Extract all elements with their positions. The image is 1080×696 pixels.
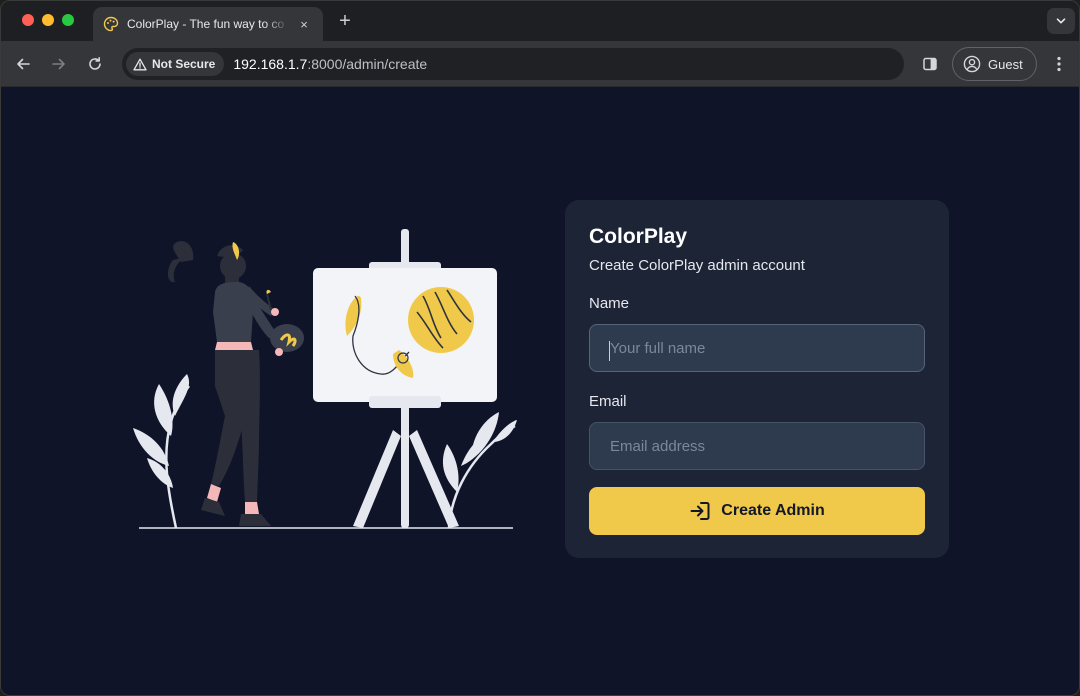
form-subtitle: Create ColorPlay admin account	[589, 257, 805, 274]
security-label: Not Secure	[152, 57, 216, 71]
create-admin-label: Create Admin	[721, 502, 825, 519]
warning-triangle-icon	[133, 58, 147, 70]
login-arrow-icon	[690, 502, 710, 520]
url-path: :8000/admin/create	[307, 56, 428, 72]
back-button[interactable]	[12, 53, 34, 75]
new-tab-button[interactable]: +	[335, 10, 355, 32]
url-text: 192.168.1.7:8000/admin/create	[233, 56, 427, 72]
close-window-button[interactable]	[22, 14, 34, 26]
maximize-window-button[interactable]	[62, 14, 74, 26]
reload-icon	[89, 57, 101, 70]
browser-window: ColorPlay - The fun way to co × + Not Se…	[0, 0, 1080, 696]
chevron-down-icon	[1056, 18, 1066, 24]
minimize-window-button[interactable]	[42, 14, 54, 26]
url-host: 192.168.1.7	[233, 56, 308, 72]
tab-close-icon[interactable]: ×	[295, 17, 313, 32]
profile-button[interactable]: Guest	[952, 47, 1037, 81]
arrow-left-icon	[17, 58, 30, 70]
reload-button[interactable]	[84, 53, 106, 75]
name-label: Name	[589, 295, 630, 312]
arrow-right-icon	[52, 58, 65, 70]
tab-title: ColorPlay - The fun way to co	[127, 17, 285, 31]
name-input[interactable]	[589, 324, 925, 372]
page-content: ColorPlay Create ColorPlay admin account…	[1, 88, 1079, 695]
side-panel-button[interactable]	[919, 53, 941, 75]
browser-toolbar: Not Secure 192.168.1.7:8000/admin/create…	[1, 41, 1079, 87]
email-label: Email	[589, 393, 627, 410]
user-circle-icon	[963, 55, 981, 73]
browser-menu-button[interactable]	[1049, 53, 1069, 75]
side-panel-icon	[923, 57, 937, 71]
text-caret	[609, 341, 610, 361]
active-tab[interactable]: ColorPlay - The fun way to co ×	[93, 7, 323, 41]
forward-button[interactable]	[48, 53, 70, 75]
tab-strip: ColorPlay - The fun way to co × +	[1, 1, 1079, 41]
security-indicator[interactable]: Not Secure	[126, 52, 225, 76]
address-bar[interactable]: Not Secure 192.168.1.7:8000/admin/create	[122, 48, 904, 80]
palette-icon	[103, 16, 119, 32]
artist-painting-illustration	[133, 229, 517, 529]
tab-search-button[interactable]	[1047, 8, 1075, 34]
brand-title: ColorPlay	[589, 225, 688, 248]
create-admin-button[interactable]: Create Admin	[589, 487, 925, 535]
email-input[interactable]	[589, 422, 925, 470]
kebab-menu-icon	[1057, 56, 1061, 72]
profile-label: Guest	[988, 56, 1023, 72]
